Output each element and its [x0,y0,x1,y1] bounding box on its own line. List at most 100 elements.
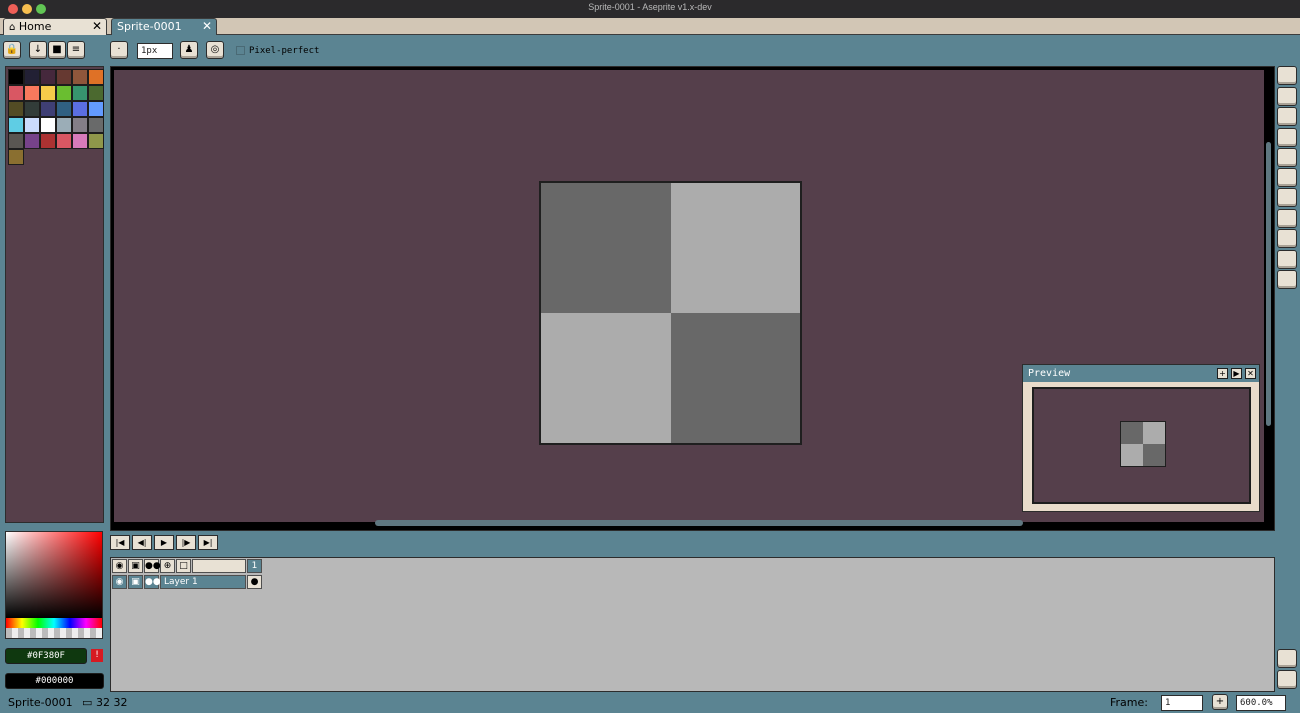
status-sprite-size: 32 32 [96,696,128,709]
palette-swatch[interactable] [56,101,72,117]
palette-swatch[interactable] [24,133,40,149]
opacity-icon[interactable]: ◎ [206,41,224,59]
palette-swatch[interactable] [24,101,40,117]
palette-swatch[interactable] [8,85,24,101]
eyedropper-tool-icon[interactable] [1277,128,1297,147]
pixel-perfect-checkbox[interactable] [236,46,245,55]
canvas-size-icon: ▭ [82,696,93,709]
palette-swatch[interactable] [24,69,40,85]
palette-swatch[interactable] [8,117,24,133]
cel-icon[interactable]: ● [247,575,262,589]
layer-name[interactable]: Layer 1 [160,575,246,589]
presets-palette-icon[interactable]: ■ [48,41,66,59]
sort-palette-icon[interactable]: ↓ [29,41,47,59]
palette-swatch[interactable] [24,117,40,133]
preview-sprite-cell [1143,444,1165,466]
palette-swatch[interactable] [88,85,104,101]
palette-swatch[interactable] [56,117,72,133]
palette-swatch[interactable] [8,149,24,165]
preview-center-icon[interactable]: + [1217,368,1228,379]
visibility-header-icon[interactable]: ◉ [112,559,127,573]
contour-tool-icon[interactable] [1277,250,1297,269]
palette-swatch[interactable] [8,101,24,117]
preview-play-icon[interactable]: ▶ [1231,368,1242,379]
layer-visibility-icon[interactable]: ◉ [112,575,127,589]
palette-swatch[interactable] [72,101,88,117]
palette-swatch[interactable] [40,85,56,101]
fill-tool-icon[interactable] [1277,188,1297,207]
tab-home[interactable]: ⌂ Home ✕ [3,18,107,35]
add-frame-icon[interactable]: + [1212,694,1228,710]
lock-palette-icon[interactable]: 🔒 [3,41,21,59]
palette-swatch[interactable] [24,85,40,101]
palette-swatch[interactable] [72,117,88,133]
preview-window[interactable]: Preview + ▶ ✕ [1022,364,1260,512]
layer-settings-header-icon[interactable]: □ [176,559,191,573]
zoom-tool-icon[interactable] [1277,148,1297,167]
preview-close-icon[interactable]: ✕ [1245,368,1256,379]
palette-swatch[interactable] [40,117,56,133]
color-spectrum[interactable] [5,531,103,639]
palette-swatch[interactable] [40,133,56,149]
continuous-header-icon[interactable]: ●● [144,559,161,573]
marquee-tool-icon[interactable] [1277,66,1297,85]
saturation-value-area[interactable] [6,532,102,618]
last-frame-icon[interactable]: ▶| [198,535,218,550]
line-tool-icon[interactable] [1277,209,1297,228]
palette-swatch[interactable] [88,133,104,149]
sprite-canvas[interactable] [539,181,802,445]
horizontal-scrollbar[interactable] [375,520,1023,526]
palette-swatch[interactable] [72,69,88,85]
eraser-tool-icon[interactable] [1277,107,1297,126]
group-header-icon[interactable]: ⊕ [160,559,175,573]
palette-swatch[interactable] [40,69,56,85]
layer-lock-icon[interactable]: ▣ [128,575,143,589]
hue-slider[interactable] [6,618,102,628]
pencil-tool-icon[interactable] [1277,87,1297,106]
palette-swatch[interactable] [40,101,56,117]
layer-continuous-icon[interactable]: ●● [144,575,161,589]
rectangle-tool-icon[interactable] [1277,229,1297,248]
play-icon[interactable]: ▶ [154,535,174,550]
palette-swatch[interactable] [8,69,24,85]
window-title: Sprite-0001 - Aseprite v1.x-dev [588,2,712,12]
palette-swatch[interactable] [88,101,104,117]
palette-swatch[interactable] [56,133,72,149]
palette-swatch[interactable] [72,85,88,101]
lock-header-icon[interactable]: ▣ [128,559,143,573]
color-warning-icon[interactable]: ! [91,649,103,662]
tab-home-label: Home [18,20,52,33]
close-tab-home-icon[interactable]: ✕ [92,19,102,34]
sprite-cell [541,183,671,313]
palette-swatch[interactable] [88,117,104,133]
foreground-color-field[interactable]: #0F380F [5,648,87,664]
palette-options-icon[interactable]: ≡ [67,41,85,59]
palette-swatch[interactable] [56,85,72,101]
actual-size-icon[interactable] [1277,649,1297,668]
move-tool-icon[interactable] [1277,168,1297,187]
tab-sprite[interactable]: Sprite-0001 ✕ [111,18,217,35]
first-frame-icon[interactable]: |◀ [110,535,130,550]
ink-type-icon[interactable]: ♟ [180,41,198,59]
palette-swatch[interactable] [88,69,104,85]
frame-header[interactable]: 1 [247,559,262,573]
next-frame-icon[interactable]: |▶ [176,535,196,550]
timeline: |◀ ◀| ▶ |▶ ▶| ◉ ▣ ●● ⊕ □ 1 ◉ ▣ ●● Layer … [110,535,1275,692]
close-tab-sprite-icon[interactable]: ✕ [202,19,212,34]
palette-swatch[interactable] [8,133,24,149]
alpha-slider[interactable] [6,628,102,638]
background-color-field[interactable]: #000000 [5,673,104,689]
zoom-input[interactable]: 600.0% [1236,695,1286,711]
palette-swatch[interactable] [56,69,72,85]
frame-input[interactable]: 1 [1161,695,1203,711]
preview-sprite-cell [1121,444,1143,466]
vertical-scrollbar[interactable] [1266,142,1271,426]
brush-size-input[interactable]: 1px [137,43,173,59]
brush-type-icon[interactable]: · [110,41,128,59]
tab-sprite-label: Sprite-0001 [117,20,182,33]
toggle-timeline-icon[interactable] [1277,670,1297,689]
blur-tool-icon[interactable] [1277,270,1297,289]
palette-swatch[interactable] [72,133,88,149]
previous-frame-icon[interactable]: ◀| [132,535,152,550]
window-title-bar: Sprite-0001 - Aseprite v1.x-dev [0,0,1300,18]
